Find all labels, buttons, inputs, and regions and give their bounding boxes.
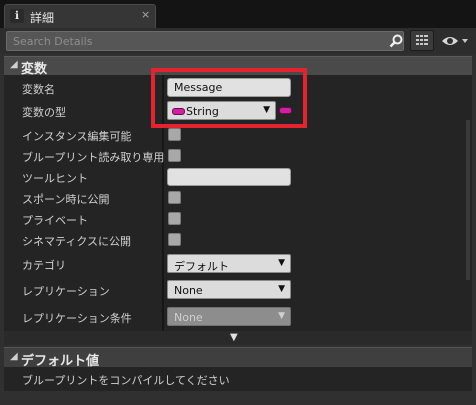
close-icon[interactable]: × xyxy=(141,8,150,21)
replication-condition-value: None xyxy=(174,311,203,324)
expose-to-cinematics-checkbox[interactable] xyxy=(168,233,181,246)
expand-arrow-icon: ◢ xyxy=(10,351,18,362)
row-label-expose-on-spawn: スポーン時に公開 xyxy=(22,193,110,206)
row-label-instance-editable: インスタンス編集可能 xyxy=(22,130,132,143)
category-header-default-value[interactable]: ◢ デフォルト値 xyxy=(4,347,472,369)
row-label-private: プライベート xyxy=(22,214,88,227)
search-input[interactable]: Search Details xyxy=(6,31,404,51)
row-label-blueprint-readonly: ブループリント読み取り専用 xyxy=(22,151,165,164)
row-label-expose-to-cinematics: シネマティクスに公開 xyxy=(22,235,132,248)
row-label-variable-type: 変数の型 xyxy=(22,106,66,119)
default-value-body: ブループリントをコンパイルしてください xyxy=(4,367,472,391)
tab-details[interactable]: ℹ 詳細 × xyxy=(4,4,156,28)
visibility-eye-icon xyxy=(442,37,468,45)
tab-title: 詳細 xyxy=(30,11,55,25)
compile-message: ブループリントをコンパイルしてください xyxy=(22,374,230,387)
view-options-button[interactable] xyxy=(440,32,470,50)
scrollbar[interactable] xyxy=(466,120,470,280)
search-placeholder: Search Details xyxy=(13,35,93,48)
private-checkbox[interactable] xyxy=(168,212,181,225)
highlight-box xyxy=(151,68,307,128)
row-label-replication-condition: レプリケーション条件 xyxy=(22,312,132,325)
chevron-down-icon: ▼ xyxy=(278,258,285,268)
search-icon[interactable] xyxy=(389,34,403,48)
property-matrix-button[interactable] xyxy=(410,30,434,51)
row-label-variable-name: 変数名 xyxy=(22,83,55,96)
info-icon: ℹ xyxy=(10,9,24,23)
expose-on-spawn-checkbox[interactable] xyxy=(168,191,181,204)
instance-editable-checkbox[interactable] xyxy=(168,128,181,141)
property-matrix-icon xyxy=(416,34,428,46)
category-value: デフォルト xyxy=(174,260,229,273)
tooltip-field[interactable] xyxy=(167,168,291,186)
replication-value: None xyxy=(174,284,203,297)
chevron-down-icon: ▼ xyxy=(278,311,285,321)
replication-condition-dropdown: None ▼ xyxy=(167,307,291,326)
chevron-down-icon: ▼ xyxy=(278,284,285,294)
blueprint-readonly-checkbox[interactable] xyxy=(168,149,181,162)
expand-down-icon: ▼ xyxy=(230,332,238,343)
row-label-category: カテゴリ xyxy=(22,259,66,272)
replication-dropdown[interactable]: None ▼ xyxy=(167,280,291,299)
expand-arrow-icon: ◢ xyxy=(10,59,18,70)
advanced-expand-bar[interactable]: ▼ xyxy=(4,331,472,345)
category-dropdown[interactable]: デフォルト ▼ xyxy=(167,254,291,273)
row-label-replication: レプリケーション xyxy=(22,285,110,298)
row-label-tooltip: ツールヒント xyxy=(22,172,88,185)
